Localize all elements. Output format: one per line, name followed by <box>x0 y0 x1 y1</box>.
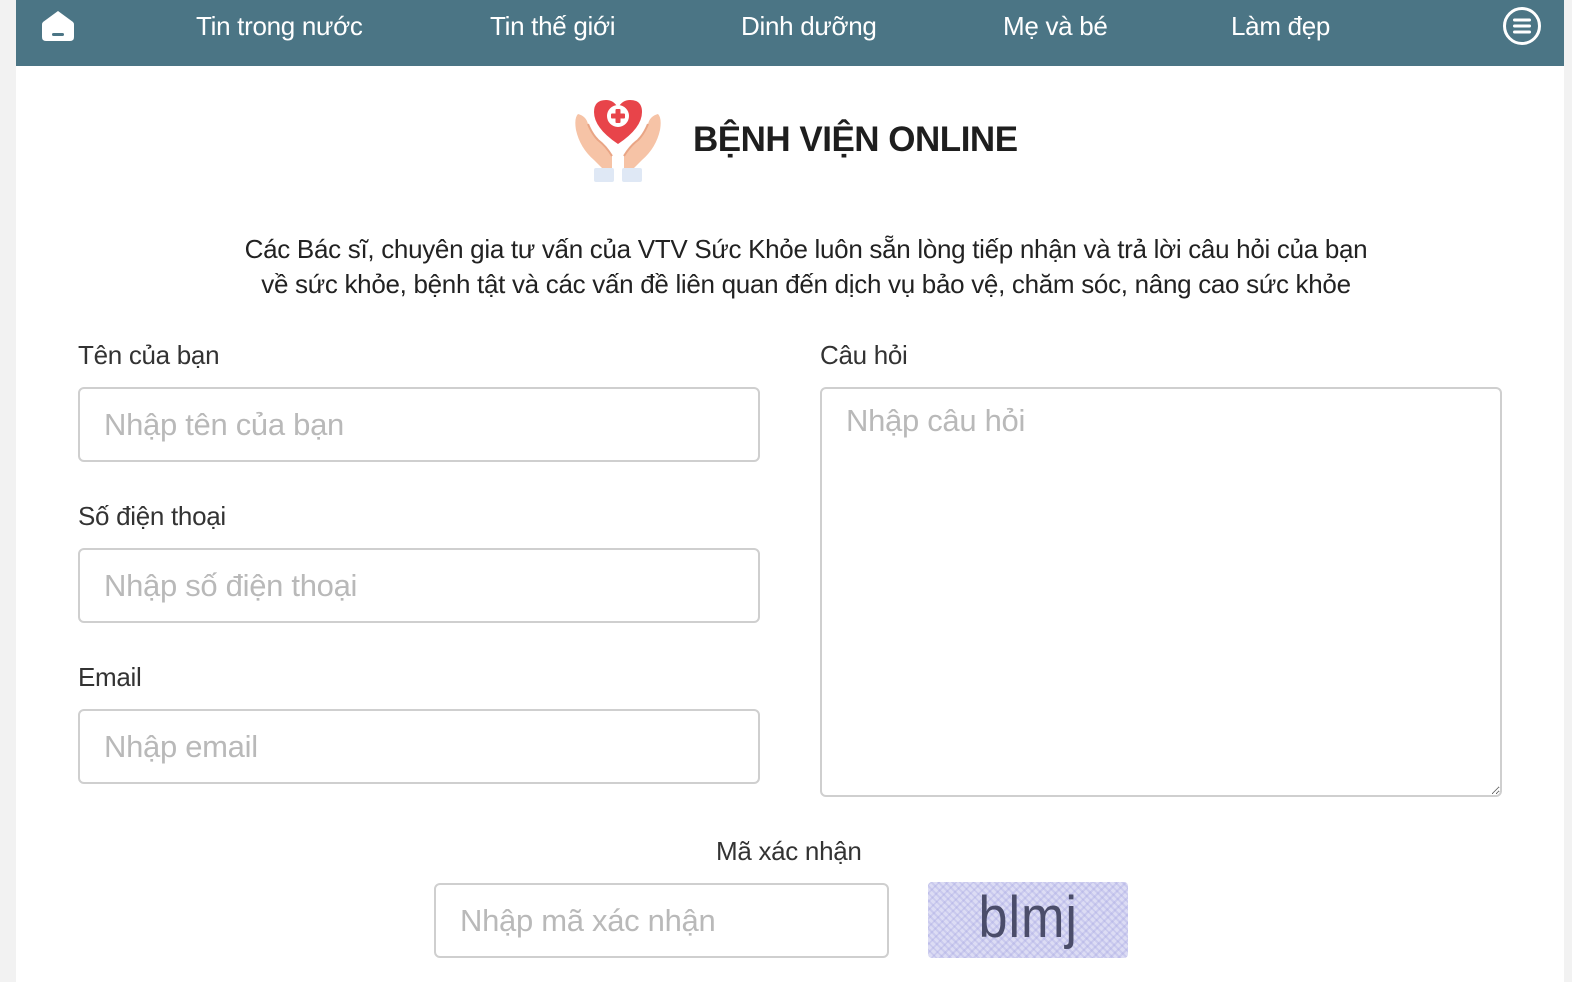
top-navbar: Tin trong nước Tin thế giới Dinh dưỡng M… <box>16 0 1564 66</box>
name-input[interactable] <box>78 387 760 462</box>
hamburger-menu-icon <box>1503 7 1541 45</box>
email-label: Email <box>78 662 142 692</box>
page-title: BỆNH VIỆN ONLINE <box>693 120 1018 159</box>
email-input[interactable] <box>78 709 760 784</box>
captcha-code: blmj <box>978 885 1078 950</box>
home-button[interactable] <box>38 6 78 46</box>
home-icon <box>42 11 74 41</box>
nav-item-tin-the-gioi[interactable]: Tin thế giới <box>490 0 616 52</box>
phone-label: Số điện thoại <box>78 501 226 531</box>
hands-heart-medical-cross-icon <box>575 100 661 182</box>
intro-line-1: Các Bác sĩ, chuyên gia tư vấn của VTV Sứ… <box>244 234 1368 264</box>
captcha-input[interactable] <box>434 883 889 958</box>
phone-input[interactable] <box>78 548 760 623</box>
menu-button[interactable] <box>1500 4 1544 48</box>
name-label: Tên của bạn <box>78 340 220 370</box>
question-label: Câu hỏi <box>820 340 908 370</box>
question-textarea[interactable] <box>820 387 1502 797</box>
intro-line-2: về sức khỏe, bệnh tật và các vấn đề liên… <box>261 269 1351 299</box>
nav-item-tin-trong-nuoc[interactable]: Tin trong nước <box>196 0 363 52</box>
brand-header: BỆNH VIỆN ONLINE <box>572 94 1052 190</box>
nav-item-lam-dep[interactable]: Làm đẹp <box>1231 0 1330 52</box>
intro-text: Các Bác sĩ, chuyên gia tư vấn của VTV Sứ… <box>196 232 1416 302</box>
nav-item-me-va-be[interactable]: Mẹ và bé <box>1003 0 1108 52</box>
nav-item-dinh-duong[interactable]: Dinh dưỡng <box>741 0 877 52</box>
captcha-image[interactable]: blmj <box>928 882 1128 958</box>
page: Tin trong nước Tin thế giới Dinh dưỡng M… <box>16 0 1564 982</box>
captcha-label: Mã xác nhận <box>716 836 862 866</box>
